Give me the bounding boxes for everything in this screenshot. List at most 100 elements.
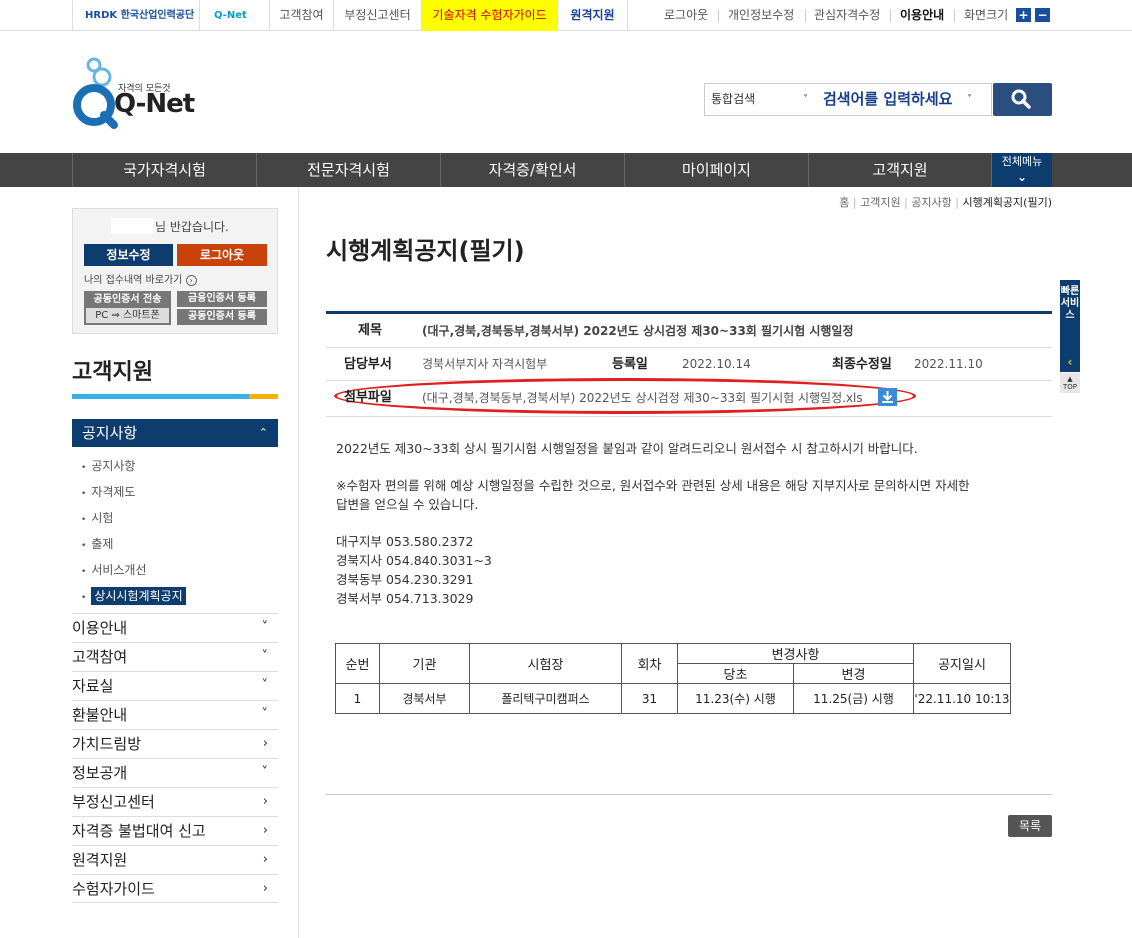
chevron-left-icon[interactable]: ‹ [1060,352,1080,372]
quick-service-label: 빠른서비스 [1060,286,1080,321]
logout-link[interactable]: 로그아웃 [664,0,708,31]
qnet-logo[interactable]: 자격의 모든것 Q-Net [72,55,195,131]
lnb-subitem[interactable]: • 시험 [81,505,278,531]
top-link-remote-support[interactable]: 원격지원 [558,0,628,31]
lnb-subitem[interactable]: • 자격제도 [81,479,278,505]
top-link-participation[interactable]: 고객참여 [270,0,334,31]
lnb-section-item[interactable]: 정보공개 ˅ [72,758,278,787]
meta-row: 담당부서 경북서부지사 자격시험부 등록일 2022.10.14 최종수정일 2… [326,348,1052,381]
joint-cert-button[interactable]: 공동인증서 등록 [177,309,267,325]
attachment-link[interactable]: (대구,경북,경북동부,경북서부) 2022년도 상시검정 제30~33회 필기… [422,381,863,415]
top-link-report-center[interactable]: 부정신고센터 [334,0,422,31]
usage-guide-link[interactable]: 이용안내 [900,0,944,31]
page-title: 시행계획공지(필기) [326,237,525,265]
top-link-exam-guide[interactable]: 기술자격 수험자가이드 [422,0,558,31]
breadcrumb-item[interactable]: 공지사항 [911,196,951,209]
content-divider [326,794,1052,795]
lnb-section-list: 이용안내 ˅ 고객참여 ˅ 자료실 ˅ 환불안내 ˅ 가치드림방 › 정보공개 ˅ 부정신고센터 › 자격증… [72,613,278,903]
chevron-up-icon: ⌃ [258,426,268,439]
table-cell: 경북서부 [379,683,470,714]
breadcrumb-home[interactable]: 홈 [839,196,849,209]
fin-cert-button[interactable]: 금융인증서 등록 [177,291,267,307]
contact-line: 대구지부 053.580.2372 [336,534,474,549]
gnb-professional-exam[interactable]: 전문자격시험 [256,153,440,187]
hrdk-logo[interactable]: HRDK 한국산업인력공단 [72,0,200,31]
lnb-section-label: 자료실 [72,677,114,695]
article-body: 2022년도 제30~33회 상시 필기시험 시행일정을 붙임과 같이 알려드리… [336,439,1046,608]
zoom-out-button[interactable]: − [1035,8,1050,22]
left-navigation: 고객지원 공지사항 ⌃ • 공지사항 • 자격제도 • 시험 • 출제 • 서비스개선 •… [72,354,278,903]
lnb-section-label: 이용안내 [72,619,128,637]
chevron-down-icon: ⌄ [1016,170,1028,184]
interest-cert-link[interactable]: 관심자격수정 [814,0,880,31]
lnb-section-item[interactable]: 원격지원 › [72,845,278,874]
table-subheader: 변경 [793,663,914,684]
chevron-down-icon: ˅ [261,620,269,635]
contact-line: 경북서부 054.713.3029 [336,591,474,606]
quick-service-tab[interactable]: 빠른서비스 [1060,280,1080,352]
article-info: 제목 (대구,경북,경북동부,경북서부) 2022년도 상시검정 제30~33회… [326,311,1052,417]
table-cell: 11.23(수) 시행 [677,683,794,714]
lnb-subitem[interactable]: • 서비스개선 [81,557,278,583]
column-divider [298,187,299,938]
chevron-down-icon: ˅ [261,649,269,664]
chevron-right-icon: › [262,852,268,867]
breadcrumb-item[interactable]: 고객지원 [860,196,900,209]
lnb-subitem[interactable]: • 출제 [81,531,278,557]
zoom-in-button[interactable]: + [1016,8,1031,22]
all-menu-button[interactable]: 전체메뉴 ⌄ [992,153,1052,187]
lnb-section-item[interactable]: 수험자가이드 › [72,874,278,903]
login-box: 님 반갑습니다. 정보수정 로그아웃 나의 접수내역 바로가기 › 공동인증서 … [72,208,278,334]
subject-row: 제목 (대구,경북,경북동부,경북서부) 2022년도 상시검정 제30~33회… [326,314,1052,348]
table-cell: 31 [621,683,678,714]
edit-info-button[interactable]: 정보수정 [84,244,173,266]
breadcrumb-current: 시행계획공지(필기) [962,196,1052,209]
lnb-subitem-active[interactable]: • 상시시험계획공지 [81,583,278,609]
list-button[interactable]: 목록 [1008,815,1052,837]
lnb-active-label: 공지사항 [82,424,138,442]
table-row: 1 경북서부 폴리텍구미캠퍼스 31 11.23(수) 시행 11.25(금) … [335,683,1011,714]
lnb-section-item[interactable]: 고객참여 ˅ [72,642,278,671]
dept-value: 경북서부지사 자격시험부 [422,357,548,371]
chevron-down-icon: ˅ [261,678,269,693]
screen-size-label: 화면크기 [964,8,1009,22]
lnb-section-item[interactable]: 가치드림방 › [72,729,278,758]
arrow-right-icon: › [185,275,197,286]
edit-profile-link[interactable]: 개인정보수정 [728,0,794,31]
pc-smartphone-label: PC ⇒ 스마트폰 [86,308,169,323]
lnb-section-item[interactable]: 부정신고센터 › [72,787,278,816]
search-scope-select[interactable]: 통합검색 ˅ [711,84,811,115]
logout-button[interactable]: 로그아웃 [177,244,267,266]
lnb-section-label: 고객참여 [72,648,128,666]
gnb-customer-support[interactable]: 고객지원 [808,153,992,187]
lnb-section-item[interactable]: 환불안내 ˅ [72,700,278,729]
reg-date-label: 등록일 [612,357,648,372]
body-paragraph: ※수험자 편의를 위해 예상 시행일정을 수립한 것으로, 원서접수와 관련된 … [336,478,970,493]
lnb-section-item[interactable]: 자격증 불법대여 신고 › [72,816,278,845]
qnet-small-logo[interactable]: Q-Net [200,0,270,31]
scroll-top-button[interactable]: ▲ TOP [1060,373,1080,393]
lnb-subitem[interactable]: • 공지사항 [81,453,278,479]
gnb-national-exam[interactable]: 국가자격시험 [72,153,256,187]
contact-list: 대구지부 053.580.2372 경북지사 054.840.3031~3 경북… [336,532,1046,608]
lnb-section-item[interactable]: 자료실 ˅ [72,671,278,700]
table-header: 변경사항 [677,643,914,664]
contact-line: 경북동부 054.230.3291 [336,572,474,587]
lnb-section-notice[interactable]: 공지사항 ⌃ [72,419,278,447]
search-box: 통합검색 ˅ 검색어를 입력하세요 ˅ [704,83,992,116]
my-apply-link[interactable]: 나의 접수내역 바로가기 › [84,271,197,286]
lnb-section-label: 가치드림방 [72,735,142,753]
chevron-right-icon: › [262,823,268,838]
gnb-mypage[interactable]: 마이페이지 [624,153,808,187]
search-dropdown-icon[interactable]: ˅ [967,84,972,115]
attachment-row: 첨부파일 (대구,경북,경북동부,경북서부) 2022년도 상시검정 제30~3… [326,378,1052,417]
lnb-section-item[interactable]: 이용안내 ˅ [72,613,278,642]
cert-transfer-button[interactable]: 공동인증서 전송 PC ⇒ 스마트폰 [84,291,171,325]
download-button[interactable] [878,388,897,406]
body-paragraph: 답변을 얻으실 수 있습니다. [336,497,479,512]
top-utility-bar: HRDK 한국산업인력공단 Q-Net 고객참여 부정신고센터 기술자격 수험자… [0,0,1132,31]
search-button[interactable] [993,83,1052,116]
search-input[interactable]: 검색어를 입력하세요 [823,84,983,115]
gnb-certificate[interactable]: 자격증/확인서 [440,153,624,187]
table-cell: 11.25(금) 시행 [793,683,914,714]
